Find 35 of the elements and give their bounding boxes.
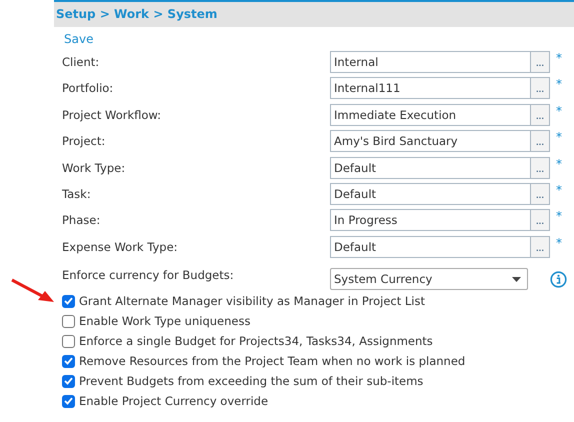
field-label: Task: [62, 186, 92, 201]
field-label: Portfolio: [62, 81, 114, 96]
save-link[interactable]: Save [64, 32, 94, 46]
checkbox[interactable] [62, 374, 75, 388]
field-label: Phase: [62, 213, 102, 228]
checkbox-label: Prevent Budgets from exceeding the sum of their sub-items [79, 374, 424, 388]
checkbox[interactable] [62, 394, 75, 408]
checkbox-label: Grant Alternate Manager visibility as Manager in Project List [79, 294, 425, 308]
checkbox[interactable] [62, 354, 75, 368]
field-label: Enforce currency for Budgets: [62, 268, 235, 282]
required-mark: * [555, 236, 563, 250]
required-mark: * [555, 130, 563, 144]
field-label: Project Workflow: [62, 108, 162, 122]
checkbox-label: Enable Project Currency override [79, 394, 268, 408]
field-label: Work Type: [62, 160, 126, 175]
dropdown-caret-icon [512, 276, 521, 282]
required-mark: * [555, 209, 563, 224]
required-mark: * [555, 156, 563, 171]
checkbox-label: Remove Resources from the Project Team when no work is planned [79, 354, 466, 368]
checkbox[interactable] [62, 314, 75, 328]
checkbox-label: Enforce a single Budget for Projects34, Tasks34, Assignments [79, 334, 433, 348]
info-icon[interactable] [550, 270, 567, 288]
required-mark: * [555, 104, 563, 118]
required-mark: * [555, 182, 563, 197]
arrow-icon [10, 278, 56, 304]
field-label: Project: [62, 134, 106, 148]
currency-dropdown[interactable]: System Currency [330, 268, 528, 290]
field-label: Expense Work Type: [62, 240, 179, 254]
field-label: Client: [62, 55, 100, 69]
checkbox[interactable] [62, 294, 75, 308]
checkbox-label: Enable Work Type uniqueness [79, 314, 250, 328]
required-mark: * [555, 77, 563, 92]
breadcrumb: Setup > Work > System [54, 2, 574, 27]
checkbox[interactable] [62, 334, 75, 348]
required-mark: * [555, 51, 563, 65]
